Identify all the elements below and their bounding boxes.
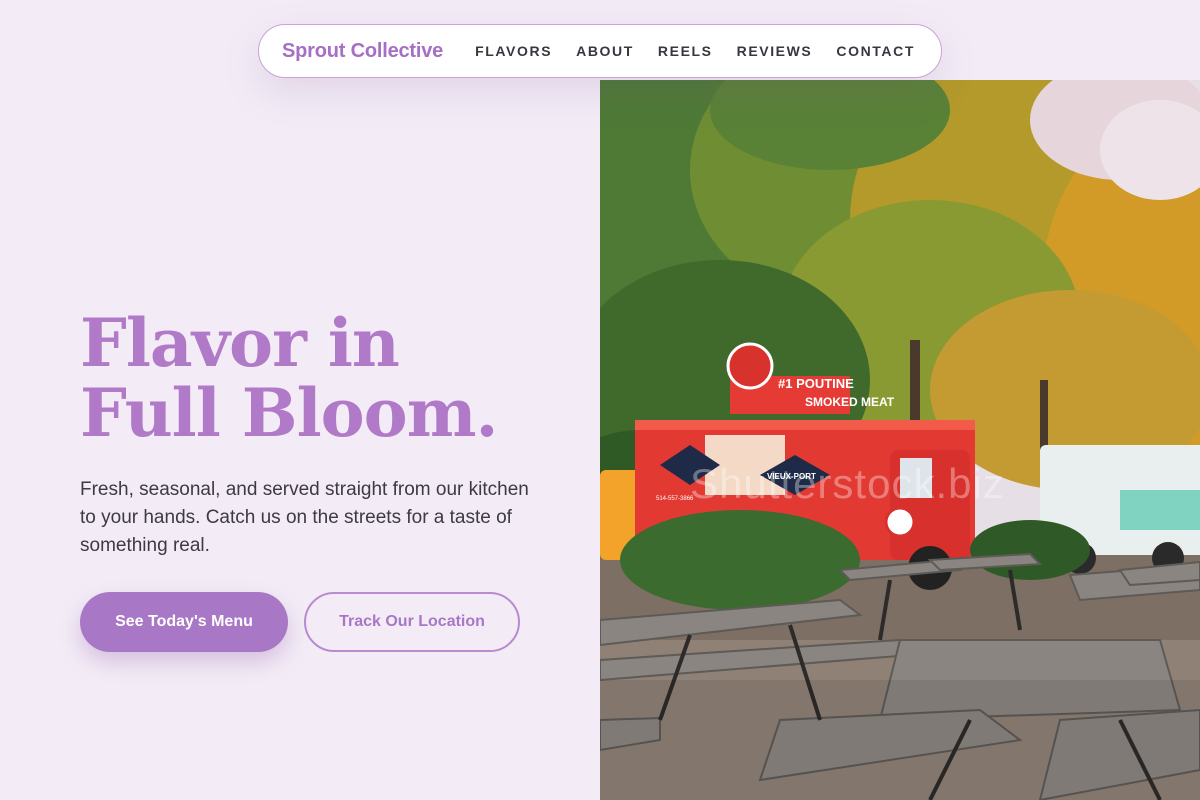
- hero-title-line-2: Full Bloom.: [80, 374, 499, 452]
- hero-subtitle: Fresh, seasonal, and served straight fro…: [80, 479, 529, 556]
- hero-photo-food-truck-park: #1 POUTINE SMOKED MEAT VIEUX-PORT 514-55…: [600, 80, 1200, 800]
- truck-sign-text: #1 POUTINE: [778, 376, 854, 391]
- nav-link-about[interactable]: ABOUT: [576, 43, 634, 59]
- page: Sprout Collective FLAVORS ABOUT REELS RE…: [0, 0, 1200, 800]
- track-location-button[interactable]: Track Our Location: [304, 592, 520, 652]
- truck-brand-text: VIEUX-PORT: [767, 472, 816, 481]
- nav-links: FLAVORS ABOUT REELS REVIEWS CONTACT: [475, 43, 915, 59]
- food-truck-park-illustration: #1 POUTINE SMOKED MEAT VIEUX-PORT 514-55…: [600, 80, 1200, 800]
- top-nav: Sprout Collective FLAVORS ABOUT REELS RE…: [258, 24, 942, 78]
- hero-title: Flavor in Full Bloom.: [80, 304, 499, 452]
- nav-link-flavors[interactable]: FLAVORS: [475, 43, 552, 59]
- nav-link-reels[interactable]: REELS: [658, 43, 713, 59]
- truck-sign-text-2: SMOKED MEAT: [805, 395, 895, 409]
- nav-link-contact[interactable]: CONTACT: [836, 43, 915, 59]
- see-menu-button[interactable]: See Today's Menu: [80, 592, 288, 652]
- brand-logo[interactable]: Sprout Collective: [282, 40, 443, 63]
- nav-link-reviews[interactable]: REVIEWS: [737, 43, 813, 59]
- truck-phone-text: 514-557-3866: [656, 496, 694, 502]
- hero-title-line-1: Flavor in: [80, 304, 400, 382]
